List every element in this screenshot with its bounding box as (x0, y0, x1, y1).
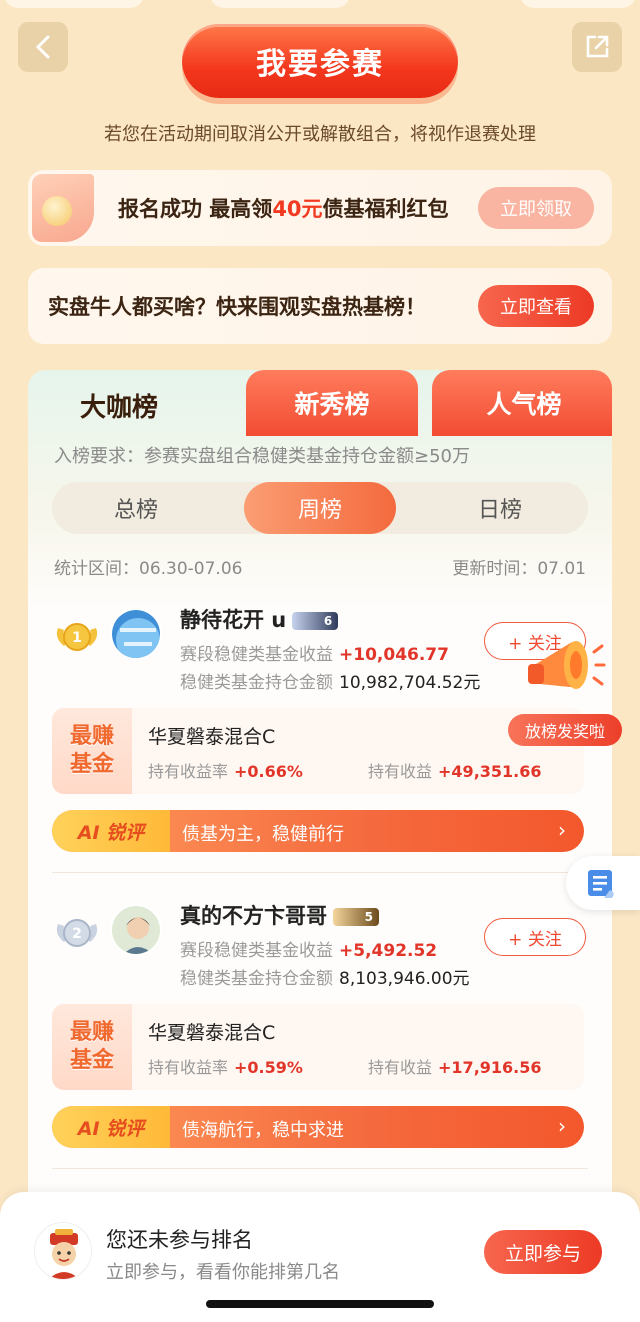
stat-period: 统计区间：06.30-07.06 (54, 559, 243, 579)
withdraw-notice: 若您在活动期间取消公开或解散组合，将视作退赛处理 (104, 124, 536, 145)
top-fund-tag: 最赚 基金 (52, 708, 132, 794)
income-line: 赛段稳健类基金收益 +5,492.52 (180, 941, 438, 961)
divider (52, 1168, 588, 1169)
fund-return-rate: 持有收益率 +0.59% (148, 1058, 303, 1077)
ai-comment-bar[interactable]: AI 锐评 债海航行，稳中求进 › (52, 1106, 584, 1148)
fund-name: 华夏磐泰混合C (148, 726, 276, 748)
redpacket-banner[interactable]: 报名成功 最高领40元债基福利红包 立即领取 (28, 170, 612, 246)
tab-xinxiubang[interactable]: 新秀榜 (246, 370, 418, 436)
user-name[interactable]: 静待花开 u6 (180, 604, 339, 634)
top-peek-tab (4, 0, 144, 8)
not-ranked-subtitle: 立即参与，看看你能排第几名 (106, 1262, 340, 1283)
holding-line: 稳健类基金持仓金额 8,103,946.00元 (180, 969, 470, 989)
user-name[interactable]: 真的不方卞哥哥 5 (180, 900, 379, 930)
chevron-left-icon (35, 35, 50, 59)
hot-funds-banner[interactable]: 实盘牛人都买啥？快来围观实盘热基榜！ 立即查看 (28, 268, 612, 344)
tab-renqibang[interactable]: 人气榜 (432, 370, 612, 436)
follow-button[interactable]: + 关注 (484, 918, 586, 956)
top-peek-tab (520, 0, 636, 8)
claim-redpacket-button[interactable]: 立即领取 (478, 187, 594, 229)
ai-comment-text: 债海航行，稳中求进 (182, 1120, 344, 1141)
level-badge: 6 (292, 612, 339, 630)
silver-medal-icon: 2 (56, 919, 98, 947)
income-line: 赛段稳健类基金收益 +10,046.77 (180, 645, 449, 665)
top-fund-tag: 最赚 基金 (52, 1004, 132, 1090)
gold-medal-icon: 1 (56, 623, 98, 651)
update-time: 更新时间：07.01 (452, 559, 586, 579)
ai-comment-tag: AI 锐评 (52, 810, 170, 852)
join-contest-button[interactable]: 我要参赛 (182, 24, 458, 98)
share-button[interactable] (572, 22, 622, 72)
top-peek-tab (210, 0, 350, 8)
top-fund-card[interactable]: 最赚 基金 华夏磐泰混合C 持有收益率 +0.66% 持有收益 +49,351.66 (52, 708, 584, 794)
megaphone-icon[interactable] (516, 630, 606, 710)
chevron-right-icon: › (558, 1114, 566, 1138)
redpacket-text: 报名成功 最高领40元债基福利红包 (118, 197, 449, 221)
leaderboard-card: 大咖榜 新秀榜 人气榜 入榜要求：参赛实盘组合稳健类基金持仓金额≥50万 总榜 … (28, 370, 612, 1320)
top-fund-card[interactable]: 最赚 基金 华夏磐泰混合C 持有收益率 +0.59% 持有收益 +17,916.56 (52, 1004, 584, 1090)
ai-comment-text: 债基为主，稳健前行 (182, 824, 344, 845)
holding-line: 稳健类基金持仓金额 10,982,704.52元 (180, 673, 481, 693)
medal-rank: 2 (72, 926, 82, 942)
avatar[interactable] (110, 608, 162, 660)
period-segment: 总榜 周榜 日榜 (52, 482, 588, 534)
back-button[interactable] (18, 22, 68, 72)
fund-name: 华夏磐泰混合C (148, 1022, 276, 1044)
prize-announcement-label[interactable]: 放榜发奖啦 (508, 714, 622, 746)
ai-comment-tag: AI 锐评 (52, 1106, 170, 1148)
fund-gain: 持有收益 +17,916.56 (368, 1058, 542, 1077)
join-now-button[interactable]: 立即参与 (484, 1230, 602, 1274)
not-ranked-title: 您还未参与排名 (106, 1228, 253, 1252)
tab-dakabang[interactable]: 大咖榜 (28, 370, 268, 440)
medal-rank: 1 (72, 630, 82, 646)
side-float-button[interactable] (566, 856, 640, 910)
level-badge: 5 (333, 908, 379, 926)
scroll-document-icon (588, 870, 614, 898)
user-avatar (34, 1222, 92, 1280)
avatar[interactable] (110, 904, 162, 956)
ai-comment-bar[interactable]: AI 锐评 债基为主，稳健前行 › (52, 810, 584, 852)
segment-total[interactable]: 总榜 (60, 482, 212, 534)
segment-day[interactable]: 日榜 (424, 482, 576, 534)
divider (52, 872, 588, 873)
ranking-requirement: 入榜要求：参赛实盘组合稳健类基金持仓金额≥50万 (54, 446, 470, 467)
share-icon (586, 35, 609, 58)
segment-week[interactable]: 周榜 (244, 482, 396, 534)
hot-funds-text: 实盘牛人都买啥？快来围观实盘热基榜！ (48, 295, 426, 319)
view-hot-funds-button[interactable]: 立即查看 (478, 285, 594, 327)
red-envelope-icon (32, 174, 94, 242)
fund-gain: 持有收益 +49,351.66 (368, 762, 542, 781)
fund-return-rate: 持有收益率 +0.66% (148, 762, 303, 781)
home-indicator (206, 1300, 434, 1308)
chevron-right-icon: › (558, 818, 566, 842)
